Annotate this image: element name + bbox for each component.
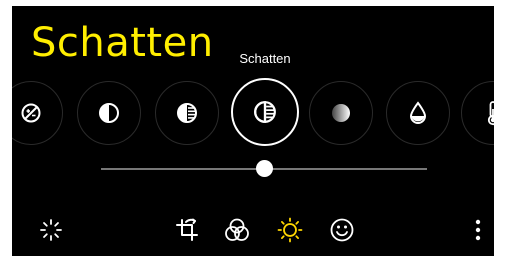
photo-editor-screen: Schatten Schatten bbox=[12, 6, 494, 256]
saturation-drop-icon bbox=[407, 101, 429, 125]
crop-rotate-icon bbox=[175, 218, 199, 247]
crop-rotate-button[interactable] bbox=[174, 218, 200, 247]
shadows-icon bbox=[253, 100, 277, 124]
highlights-icon bbox=[176, 102, 198, 124]
shadows-slider-thumb[interactable] bbox=[255, 160, 273, 177]
adjust-light-icon bbox=[277, 217, 303, 248]
face-icon bbox=[329, 217, 355, 248]
tool-gradient-button[interactable] bbox=[309, 81, 373, 145]
adjust-light-button[interactable] bbox=[277, 217, 303, 248]
gradient-icon bbox=[330, 102, 352, 124]
contrast-icon bbox=[98, 102, 120, 124]
tool-temperature-button[interactable] bbox=[461, 81, 494, 145]
filters-button[interactable] bbox=[224, 217, 250, 248]
tool-shadows-button[interactable] bbox=[231, 78, 299, 146]
exposure-off-icon bbox=[20, 102, 42, 124]
more-options-icon bbox=[475, 219, 481, 246]
auto-enhance-icon bbox=[39, 218, 63, 247]
temperature-icon bbox=[485, 100, 494, 126]
caption-title: Schatten bbox=[31, 20, 214, 66]
filters-icon bbox=[224, 217, 250, 248]
tool-saturation-button[interactable] bbox=[386, 81, 450, 145]
tool-contrast-button[interactable] bbox=[77, 81, 141, 145]
tool-highlights-button[interactable] bbox=[155, 81, 219, 145]
face-button[interactable] bbox=[329, 217, 355, 248]
tool-exposure-button[interactable] bbox=[12, 81, 63, 145]
selected-tool-label: Schatten bbox=[239, 51, 291, 66]
more-options-button[interactable] bbox=[465, 219, 491, 245]
auto-enhance-button[interactable] bbox=[38, 218, 64, 247]
